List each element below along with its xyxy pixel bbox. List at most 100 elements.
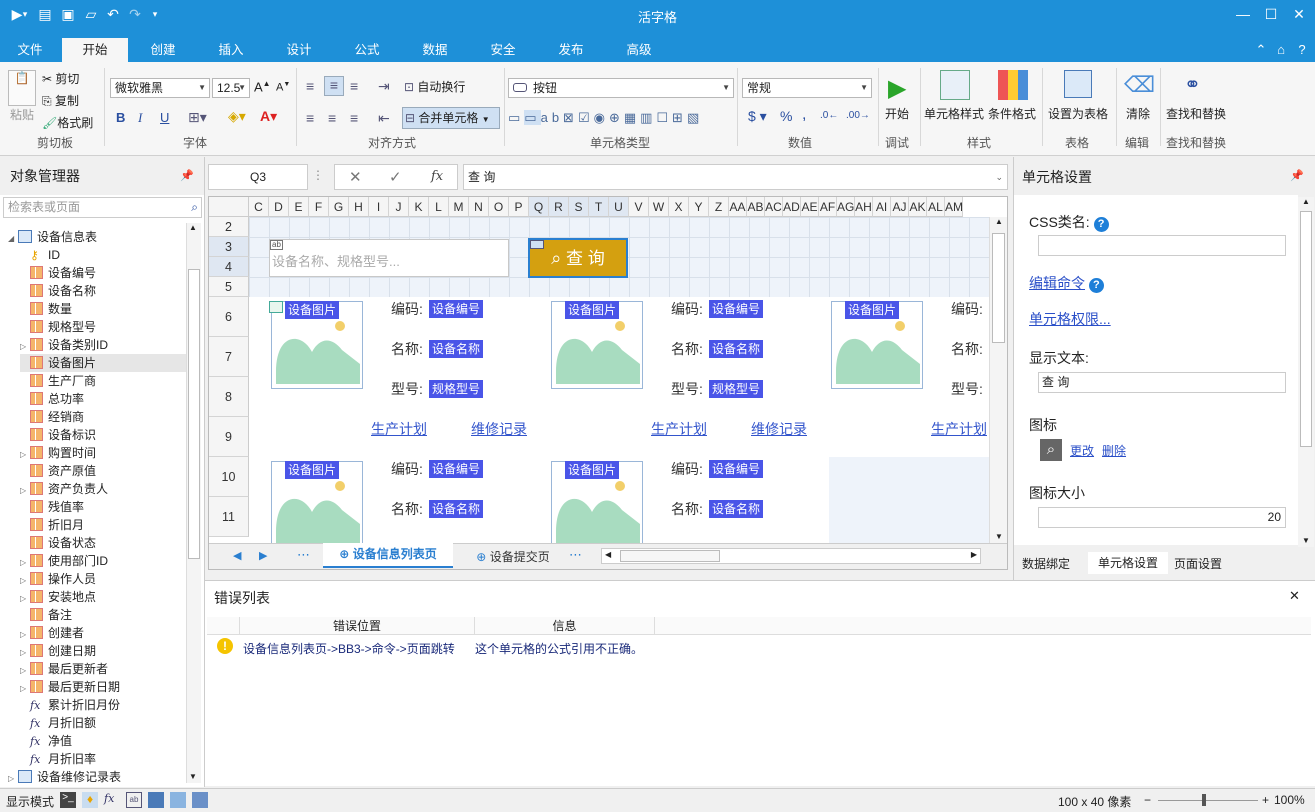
scroll-up-icon[interactable]: ▲: [189, 223, 197, 232]
column-header-position[interactable]: 错误位置: [239, 617, 475, 635]
column-header[interactable]: J: [389, 197, 409, 217]
font-family-select[interactable]: 微软雅黑 ▼: [110, 78, 210, 98]
tree-field-item[interactable]: ▷ 设备类别ID: [20, 336, 186, 354]
clear-button[interactable]: 清除: [1126, 105, 1150, 122]
tab-formula[interactable]: 公式: [342, 38, 392, 62]
find-replace-button[interactable]: 查找和替换: [1166, 105, 1226, 122]
tree-field-item[interactable]: ▷ 最后更新者: [20, 660, 186, 678]
plan-link[interactable]: 生产计划: [931, 419, 987, 439]
tab-security[interactable]: 安全: [478, 38, 528, 62]
cell-permissions-link[interactable]: 单元格权限...: [1029, 309, 1111, 329]
tree-field-item[interactable]: 备注: [20, 606, 186, 624]
cut-button[interactable]: ✂ 剪切: [42, 70, 79, 87]
image-icon[interactable]: [170, 792, 186, 808]
currency-button[interactable]: $ ▾: [748, 108, 767, 125]
code-field[interactable]: 设备编号: [709, 460, 764, 478]
scroll-up-icon[interactable]: ▲: [1302, 197, 1310, 206]
tree-field-item[interactable]: fx 净值: [20, 732, 186, 750]
cell-style-button[interactable]: 单元格样式: [924, 105, 984, 122]
conditional-format-button[interactable]: 条件格式: [988, 105, 1036, 122]
scrollbar-thumb[interactable]: [188, 269, 200, 559]
set-as-table-button[interactable]: 设置为表格: [1048, 105, 1108, 122]
tree-field-item[interactable]: 经销商: [20, 408, 186, 426]
tree-table-item[interactable]: ▷ 设备维修记录表: [8, 768, 186, 786]
format-painter-button[interactable]: 🖌格式刷: [42, 114, 93, 131]
column-header[interactable]: AF: [819, 197, 837, 217]
paste-icon[interactable]: 📋: [8, 70, 36, 106]
tab-insert[interactable]: 插入: [206, 38, 256, 62]
scroll-right-icon[interactable]: ▶: [971, 550, 977, 559]
align-left-icon[interactable]: ≡: [306, 110, 314, 126]
code-field[interactable]: 设备编号: [429, 460, 484, 478]
panel-tab-data-binding[interactable]: 数据绑定: [1022, 554, 1070, 574]
row-header[interactable]: 9: [209, 417, 249, 457]
display-text-input[interactable]: 查 询: [1038, 372, 1286, 393]
expand-icon[interactable]: ⌄: [995, 165, 1003, 189]
scroll-down-icon[interactable]: ▼: [995, 532, 1003, 541]
tree-field-item[interactable]: ▷ 购置时间: [20, 444, 186, 462]
cell-type-gallery[interactable]: ▭▭ab⊠☑◉⊕▦▥☐⊞▧: [508, 110, 703, 126]
help-icon[interactable]: ?: [1293, 38, 1311, 62]
grow-font-button[interactable]: A▲: [254, 79, 271, 94]
zoom-slider-thumb[interactable]: [1202, 794, 1206, 806]
column-header[interactable]: X: [669, 197, 689, 217]
column-header-info[interactable]: 信息: [475, 617, 655, 635]
indent-icon[interactable]: ⇥: [378, 78, 390, 95]
wrap-text-button[interactable]: ⊡ 自动换行: [404, 78, 465, 95]
name-field[interactable]: 设备名称: [709, 340, 764, 358]
fx-icon[interactable]: fx: [431, 169, 443, 184]
italic-button[interactable]: I: [138, 110, 142, 126]
row-header[interactable]: 8: [209, 377, 249, 417]
collapse-ribbon-icon[interactable]: ⌃: [1252, 38, 1270, 62]
row-header[interactable]: 5: [209, 277, 249, 297]
tree-field-item[interactable]: 生产厂商: [20, 372, 186, 390]
cell-style-icon[interactable]: [940, 70, 970, 100]
tree-field-item[interactable]: 总功率: [20, 390, 186, 408]
prev-sheet-icon[interactable]: ◀: [233, 549, 241, 562]
name-field[interactable]: 设备名称: [429, 500, 484, 518]
name-field[interactable]: 设备名称: [709, 500, 764, 518]
select-all-corner[interactable]: [209, 197, 249, 217]
icon-size-input[interactable]: 20: [1038, 507, 1286, 528]
tab-advanced[interactable]: 高级: [614, 38, 664, 62]
panel-tab-cell-settings[interactable]: 单元格设置: [1088, 552, 1168, 574]
column-header[interactable]: AB: [747, 197, 765, 217]
column-header[interactable]: AH: [855, 197, 873, 217]
tree-field-item[interactable]: 设备编号: [20, 264, 186, 282]
scroll-down-icon[interactable]: ▼: [189, 772, 197, 781]
tree-field-item[interactable]: ▷ 使用部门ID: [20, 552, 186, 570]
tree-field-item[interactable]: ▷ 创建者: [20, 624, 186, 642]
fill-color-icon[interactable]: ◈▾: [228, 108, 246, 125]
column-header[interactable]: AK: [909, 197, 927, 217]
merge-cells-button[interactable]: ⊟ 合并单元格 ▼: [402, 107, 500, 129]
tree-field-item[interactable]: fx 月折旧额: [20, 714, 186, 732]
column-header[interactable]: V: [629, 197, 649, 217]
tab-data[interactable]: 数据: [410, 38, 460, 62]
tab-create[interactable]: 创建: [138, 38, 188, 62]
cell-type-select[interactable]: 按钮 ▼: [508, 78, 734, 98]
percent-button[interactable]: %: [780, 108, 792, 124]
scroll-up-icon[interactable]: ▲: [995, 217, 1003, 226]
object-search-input[interactable]: 检索表或页面 ⌕: [3, 197, 202, 218]
tree-field-item[interactable]: ▷ 最后更新日期: [20, 678, 186, 696]
scroll-down-icon[interactable]: ▼: [1302, 536, 1310, 545]
comma-button[interactable]: ,: [802, 106, 806, 124]
console-icon[interactable]: >_: [60, 792, 76, 808]
column-header[interactable]: D: [269, 197, 289, 217]
tab-design[interactable]: 设计: [274, 38, 324, 62]
help-icon[interactable]: ?: [1088, 278, 1104, 293]
minimize-button[interactable]: —: [1228, 4, 1258, 24]
form-icon[interactable]: [148, 792, 164, 808]
column-header[interactable]: AG: [837, 197, 855, 217]
column-header[interactable]: K: [409, 197, 429, 217]
maximize-button[interactable]: ☐: [1256, 4, 1286, 24]
tab-home[interactable]: 开始: [62, 38, 128, 62]
pin-icon[interactable]: 📌: [1290, 169, 1304, 182]
column-header[interactable]: G: [329, 197, 349, 217]
border-icon[interactable]: ⊞▾: [188, 109, 207, 126]
settings-scrollbar[interactable]: ▲ ▼: [1298, 197, 1314, 547]
column-header[interactable]: Z: [709, 197, 729, 217]
tree-field-item[interactable]: 折旧月: [20, 516, 186, 534]
tree-scrollbar[interactable]: ▲ ▼: [186, 223, 201, 783]
row-header[interactable]: 3: [209, 237, 249, 257]
